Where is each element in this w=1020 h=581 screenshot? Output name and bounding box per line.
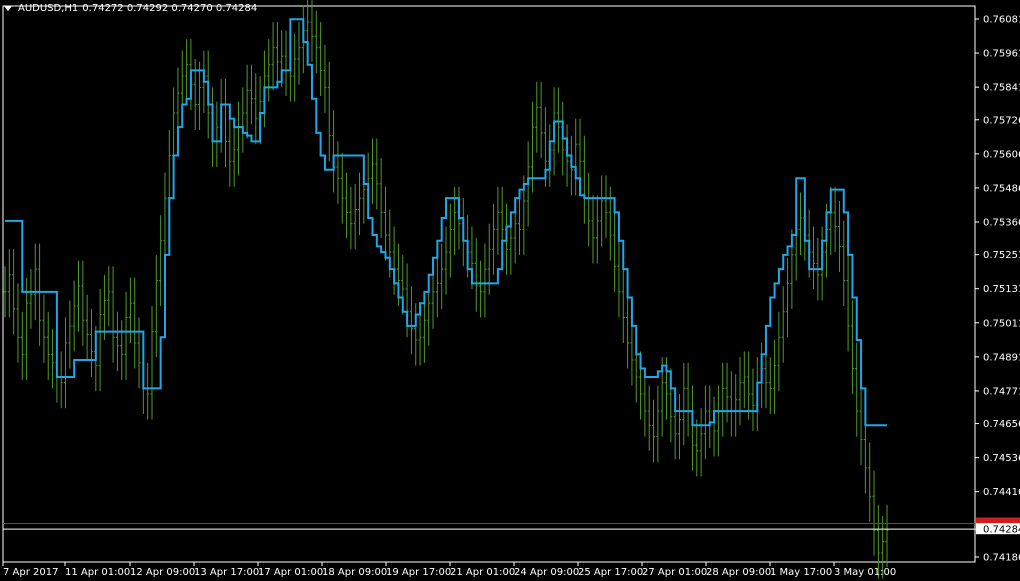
y-tick-label: 0.74536 [983, 453, 1020, 464]
y-tick-label: 0.74771 [983, 386, 1020, 397]
y-tick-label: 0.75011 [983, 318, 1020, 329]
x-tick-label: 28 Apr 09:00 [706, 567, 771, 578]
y-tick-label: 0.74891 [983, 352, 1020, 363]
x-tick-label: 27 Apr 01:00 [642, 567, 707, 578]
y-tick-label: 0.75131 [983, 284, 1020, 295]
y-tick-label: 0.75606 [983, 149, 1020, 160]
x-tick-label: 3 May 01:00 [834, 567, 896, 578]
x-tick-label: 7 Apr 2017 [3, 567, 58, 578]
current-price-label: 0.74284 [983, 525, 1020, 536]
y-tick-label: 0.75366 [983, 217, 1020, 228]
y-tick-label: 0.75486 [983, 183, 1020, 194]
x-tick-label: 12 Apr 09:00 [130, 567, 195, 578]
indicator-line [5, 18, 887, 427]
x-tick-label: 19 Apr 17:00 [386, 567, 451, 578]
y-tick-label: 0.74416 [983, 487, 1020, 498]
y-tick-label: 0.75961 [983, 49, 1020, 60]
x-tick-label: 1 May 17:00 [770, 567, 832, 578]
y-tick-label: 0.75251 [983, 250, 1020, 261]
x-tick-label: 17 Apr 01:00 [258, 567, 323, 578]
chart-window[interactable]: AUDUSD,H1 0.74272 0.74292 0.74270 0.7428… [0, 0, 1020, 581]
x-tick-label: 21 Apr 01:00 [450, 567, 515, 578]
price-chart[interactable]: 0.76081 0.75961 0.75841 0.75726 0.75606 0.754… [0, 0, 1020, 581]
y-tick-label: 0.76081 [983, 15, 1020, 26]
y-tick-label: 0.75841 [983, 83, 1020, 94]
x-tick-label: 11 Apr 01:00 [65, 567, 130, 578]
y-tick-label: 0.74186 [983, 553, 1020, 564]
x-tick-label: 25 Apr 17:00 [578, 567, 643, 578]
x-tick-label: 13 Apr 17:00 [194, 567, 259, 578]
y-tick-label: 0.75726 [983, 115, 1020, 126]
x-tick-label: 18 Apr 09:00 [322, 567, 387, 578]
y-tick-label: 0.74656 [983, 419, 1020, 430]
x-tick-label: 24 Apr 09:00 [514, 567, 579, 578]
